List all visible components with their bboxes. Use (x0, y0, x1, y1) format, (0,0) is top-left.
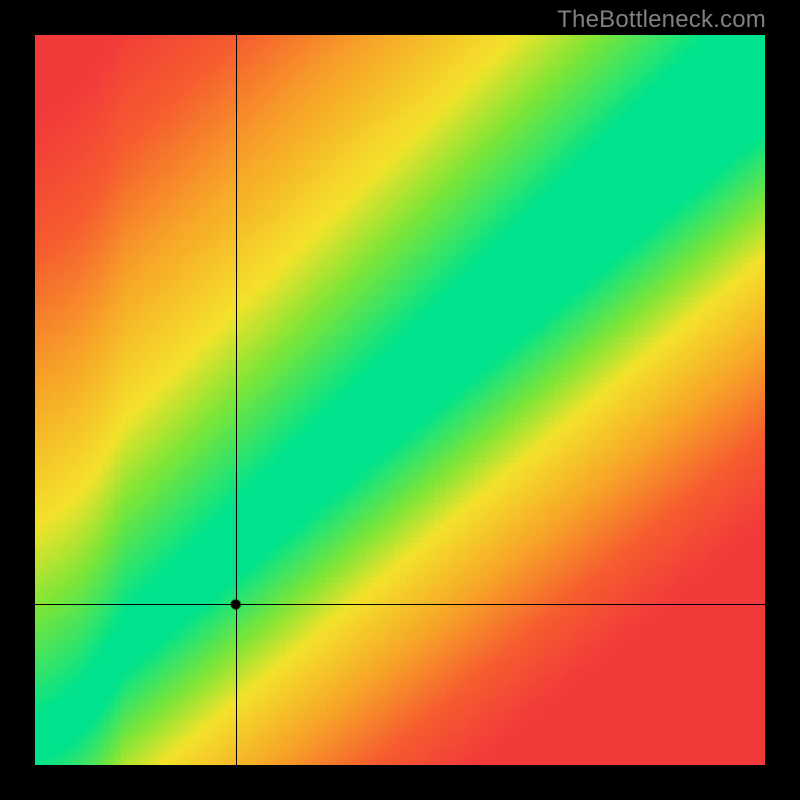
heatmap-canvas (35, 35, 765, 765)
chart-container: TheBottleneck.com (0, 0, 800, 800)
watermark-text: TheBottleneck.com (557, 6, 766, 34)
crosshair-horizontal (35, 604, 765, 605)
crosshair-vertical (236, 35, 237, 765)
heatmap-plot (35, 35, 765, 765)
